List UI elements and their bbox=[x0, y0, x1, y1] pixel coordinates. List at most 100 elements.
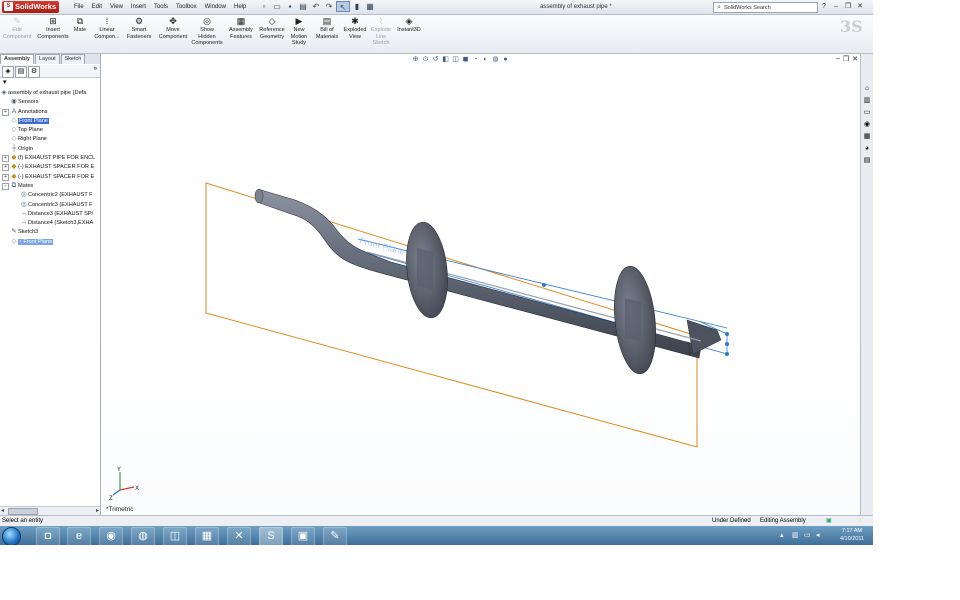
appearances-icon[interactable]: ◕ bbox=[862, 144, 872, 154]
command-linear-pattern-button[interactable]: ⁞ Linear Compon... bbox=[92, 15, 122, 40]
display-style-icon[interactable]: ◼ bbox=[461, 54, 470, 65]
open-folder-icon[interactable]: ▭ bbox=[271, 1, 283, 12]
command-motion-study-button[interactable]: ▶ New Motion Study bbox=[287, 15, 311, 47]
tree-item[interactable]: ↔Distance3 (EXHAUST SP/ bbox=[0, 209, 100, 218]
tree-item[interactable]: + ◆ (f) EXHAUST PIPE FOR ENCL bbox=[0, 153, 100, 163]
tree-item[interactable]: + A Annotations bbox=[0, 107, 100, 116]
tree-filter[interactable]: ▾ bbox=[0, 78, 100, 87]
excel-icon[interactable]: ✕ bbox=[227, 527, 251, 545]
calculator-icon[interactable]: ▦ bbox=[195, 527, 219, 545]
command-mate-button[interactable]: ⧉ Mate bbox=[72, 15, 88, 34]
property-manager-icon[interactable]: ▤ bbox=[15, 66, 27, 78]
view-palette-icon[interactable]: ▦ bbox=[862, 132, 872, 142]
viewport-minimize-icon[interactable]: – bbox=[836, 55, 840, 63]
feature-manager-icon[interactable]: ◈ bbox=[2, 66, 14, 78]
graphics-area[interactable]: Front Plane Y X Z ⊕ ⊙ ↺ ◧ ◫ ◼ ◔ ◐ ◍ ● – bbox=[101, 54, 860, 515]
menu-insert[interactable]: Insert bbox=[127, 0, 150, 14]
menu-tools[interactable]: Tools bbox=[150, 0, 172, 14]
tray-arrow-icon[interactable]: ▴ bbox=[780, 531, 784, 539]
start-button[interactable] bbox=[2, 527, 21, 545]
command-edit-component-button[interactable]: ✎ Edit Component bbox=[3, 15, 31, 40]
expand-icon[interactable]: + bbox=[2, 108, 9, 116]
viewport-close-icon[interactable]: ✕ bbox=[852, 55, 858, 63]
solidworks-logo[interactable]: S SolidWorks bbox=[2, 1, 60, 13]
expand-icon[interactable]: + bbox=[2, 164, 9, 172]
edit-appearance-icon[interactable]: ◐ bbox=[481, 54, 490, 65]
command-move-component-button[interactable]: ✥ Move Component bbox=[157, 15, 189, 40]
redo-icon[interactable]: ↷ bbox=[323, 1, 335, 12]
command-exploded-view-button[interactable]: ✱ Exploded View bbox=[342, 15, 368, 40]
taskbar-app-icon[interactable]: ◘ bbox=[36, 527, 60, 545]
system-clock[interactable]: 7:17 AM 4/10/2011 bbox=[832, 527, 872, 543]
tab-assembly[interactable]: Assembly bbox=[0, 54, 34, 64]
rebuild-icon[interactable]: ▮ bbox=[351, 1, 363, 12]
tab-sketch[interactable]: Sketch bbox=[60, 54, 86, 64]
custom-properties-icon[interactable]: ▤ bbox=[862, 156, 872, 166]
command-insert-components-button[interactable]: ⊞ Insert Components bbox=[36, 15, 70, 40]
command-assembly-features-button[interactable]: ▦ Assembly Features bbox=[227, 15, 255, 40]
zoom-to-area-icon[interactable]: ⊙ bbox=[421, 54, 430, 65]
scrollbar-thumb[interactable] bbox=[8, 508, 38, 515]
viewport-restore-icon[interactable]: ❐ bbox=[843, 55, 849, 63]
file-explorer-icon[interactable]: ▭ bbox=[862, 108, 872, 118]
design-library-icon[interactable]: ▥ bbox=[862, 96, 872, 106]
menu-file[interactable]: File bbox=[70, 0, 88, 14]
command-reference-geometry-button[interactable]: ◇ Reference Geometry bbox=[257, 15, 287, 40]
tree-item[interactable]: + ◆ (-) EXHAUST SPACER FOR E bbox=[0, 172, 100, 181]
zoom-to-fit-icon[interactable]: ⊕ bbox=[411, 54, 420, 65]
tree-item[interactable]: + ◆ (-) EXHAUST SPACER FOR E bbox=[0, 162, 100, 172]
tab-layout[interactable]: Layout bbox=[35, 54, 60, 64]
restore-icon[interactable]: ❐ bbox=[842, 0, 854, 14]
view-orientation-icon[interactable]: ◫ bbox=[451, 54, 460, 65]
tree-horizontal-scrollbar[interactable]: ◂ ▸ bbox=[0, 506, 100, 515]
search-results-icon[interactable]: ◉ bbox=[862, 120, 872, 130]
tree-item[interactable]: ✎Sketch3 bbox=[0, 227, 100, 236]
tool-icon[interactable]: ✎ bbox=[323, 527, 347, 545]
exhaust-spacer-1[interactable] bbox=[402, 220, 452, 320]
messenger-icon[interactable]: ◍ bbox=[131, 527, 155, 545]
expand-panel-icon[interactable]: » bbox=[94, 66, 97, 72]
model-viewport[interactable]: Front Plane Y X Z bbox=[101, 54, 860, 515]
solidworks-taskbar-icon[interactable]: S bbox=[259, 527, 283, 545]
tray-network-icon[interactable]: ▥ bbox=[792, 531, 799, 539]
save-icon[interactable]: ▪ bbox=[284, 1, 296, 12]
scroll-right-icon[interactable]: ▸ bbox=[96, 507, 99, 514]
scroll-left-icon[interactable]: ◂ bbox=[1, 507, 4, 514]
tree-item[interactable]: ◇ Top Plane bbox=[0, 125, 100, 134]
command-bom-button[interactable]: ▤ Bill of Materials bbox=[314, 15, 340, 40]
tree-item[interactable]: ◇ ↑ Front Plane bbox=[0, 237, 100, 246]
menu-view[interactable]: View bbox=[106, 0, 127, 14]
new-document-icon[interactable]: ▫ bbox=[258, 1, 270, 12]
options-icon[interactable]: ▦ bbox=[364, 1, 376, 12]
menu-help[interactable]: Help bbox=[230, 0, 250, 14]
media-icon[interactable]: ▣ bbox=[291, 527, 315, 545]
command-instant3d-button[interactable]: ◈ Instant3D bbox=[396, 15, 422, 34]
hide-show-items-icon[interactable]: ◔ bbox=[471, 54, 480, 65]
solidworks-search-box[interactable]: ⌕ SolidWorks Search bbox=[713, 2, 818, 13]
tree-item[interactable]: ◎Concentric2 (EXHAUST F bbox=[0, 190, 100, 199]
expand-icon[interactable]: + bbox=[2, 155, 9, 163]
exhaust-spacer-2[interactable] bbox=[609, 264, 660, 376]
apply-scene-icon[interactable]: ◍ bbox=[491, 54, 500, 65]
internet-explorer-icon[interactable]: e bbox=[67, 527, 91, 545]
tree-item[interactable]: ┼ Origin bbox=[0, 144, 100, 153]
configuration-manager-icon[interactable]: ⚙ bbox=[28, 66, 40, 78]
undo-icon[interactable]: ↶ bbox=[310, 1, 322, 12]
tree-item[interactable]: ◎Concentric3 (EXHAUST F bbox=[0, 200, 100, 209]
menu-window[interactable]: Window bbox=[201, 0, 230, 14]
tree-item[interactable]: ◇ Right Plane bbox=[0, 134, 100, 143]
section-view-icon[interactable]: ◧ bbox=[441, 54, 450, 65]
minimize-icon[interactable]: – bbox=[830, 0, 842, 14]
previous-view-icon[interactable]: ↺ bbox=[431, 54, 440, 65]
tree-item[interactable]: ◇ Front Plane bbox=[0, 116, 100, 125]
tray-speaker-icon[interactable]: ◂ bbox=[816, 531, 820, 539]
command-explode-line-button[interactable]: ⌇ Explode Line Sketch bbox=[369, 15, 393, 47]
close-icon[interactable]: ✕ bbox=[854, 0, 866, 14]
menu-edit[interactable]: Edit bbox=[88, 0, 106, 14]
publisher-icon[interactable]: ◫ bbox=[163, 527, 187, 545]
solidworks-resources-icon[interactable]: ⌂ bbox=[862, 84, 872, 94]
expand-icon[interactable]: + bbox=[2, 173, 9, 181]
tree-item[interactable]: ◈ assembly of exhaust pipe (Defa bbox=[0, 88, 100, 97]
menu-toolbox[interactable]: Toolbox bbox=[172, 0, 201, 14]
help-icon[interactable]: ? bbox=[818, 0, 830, 14]
